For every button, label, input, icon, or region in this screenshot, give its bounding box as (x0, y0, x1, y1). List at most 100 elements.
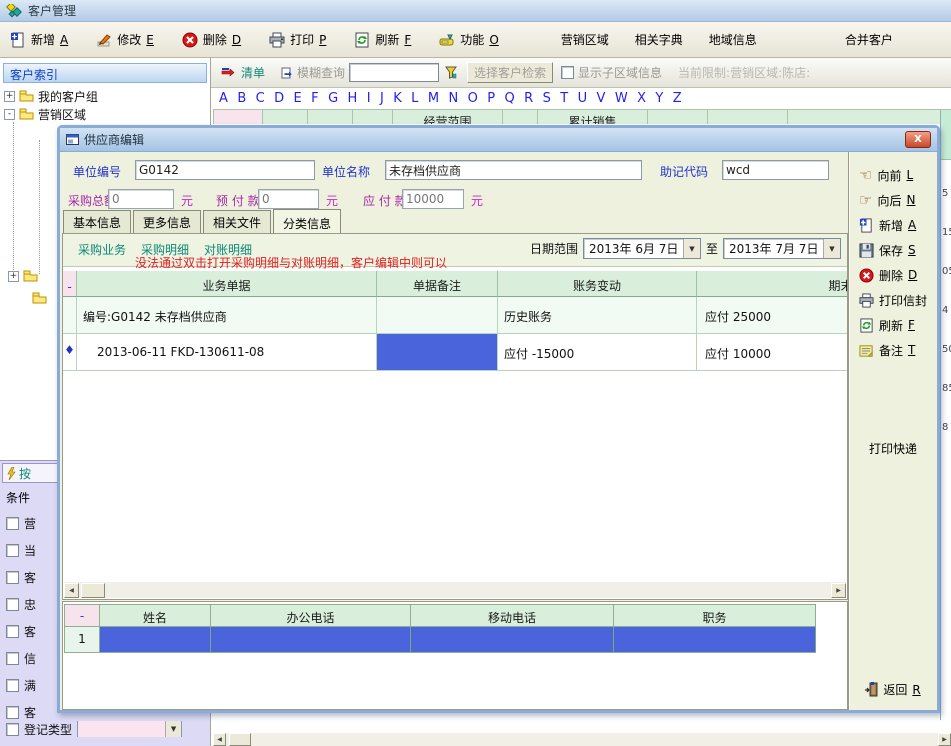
tree-item-marketing-region[interactable]: - 营销区域 (4, 105, 204, 123)
alpha-letter[interactable]: J (380, 91, 384, 106)
add-button[interactable]: 新增A (859, 215, 937, 235)
tab-basic-info[interactable]: 基本信息 (63, 210, 131, 234)
filter-funnel-icon[interactable] (445, 66, 457, 79)
alpha-letter[interactable]: S (543, 91, 551, 106)
panel-horizontal-scrollbar[interactable]: ◀ ▶ (64, 582, 846, 598)
alpha-letter[interactable]: L (411, 91, 418, 106)
checkbox[interactable] (6, 625, 19, 638)
scroll-left-icon[interactable]: ◀ (213, 733, 226, 746)
close-icon[interactable]: X (905, 131, 931, 148)
previous-button[interactable]: ☜ 向前L (859, 165, 937, 185)
tree-item-folder[interactable]: + (8, 267, 54, 285)
table-row[interactable]: ♦ 2013-06-11 FKD-130611-08 应付 -15000 应付 … (63, 334, 848, 371)
checkbox[interactable] (6, 652, 19, 665)
tab-related-files[interactable]: 相关文件 (203, 210, 271, 234)
checkbox[interactable] (6, 598, 19, 611)
checkbox[interactable] (6, 723, 19, 736)
purchase-business-link[interactable]: 采购业务 (78, 241, 126, 258)
checkbox[interactable] (6, 544, 19, 557)
table-row[interactable]: 1 (64, 627, 816, 653)
scroll-right-icon[interactable]: ▶ (831, 583, 846, 598)
alpha-letter[interactable]: Y (655, 91, 663, 106)
chevron-down-icon[interactable]: ▼ (683, 239, 700, 258)
unit-name-input[interactable] (385, 160, 642, 180)
date-from-picker[interactable]: 2013年 6月 7日 ▼ (583, 238, 701, 259)
selected-cell[interactable] (411, 627, 614, 653)
function-button[interactable]: 功能O (439, 31, 498, 48)
alpha-letter[interactable]: B (237, 91, 246, 106)
delete-button[interactable]: 删除D (182, 31, 241, 48)
checkbox[interactable] (6, 571, 19, 584)
print-button[interactable]: 打印P (269, 31, 326, 48)
show-subregion-checkbox[interactable] (561, 66, 574, 79)
filter-tab[interactable]: 按 (2, 463, 60, 483)
scrollbar-thumb[interactable] (229, 733, 251, 746)
alpha-letter[interactable]: Q (504, 91, 514, 106)
alpha-letter[interactable]: D (274, 91, 284, 106)
tab-more-info[interactable]: 更多信息 (133, 210, 201, 234)
alpha-letter[interactable]: T (560, 91, 568, 106)
scroll-left-icon[interactable]: ◀ (64, 583, 79, 598)
registration-type-combo[interactable]: ▼ (77, 721, 182, 737)
alpha-letter[interactable]: U (578, 91, 588, 106)
scroll-right-icon[interactable]: ▶ (938, 733, 951, 746)
selected-cell[interactable] (100, 627, 211, 653)
return-button[interactable]: 返回R (849, 681, 937, 698)
menu-merge-customer[interactable]: 合并客户 (845, 31, 893, 48)
expand-plus-icon[interactable]: + (4, 91, 15, 102)
alpha-letter[interactable]: C (256, 91, 265, 106)
edit-button[interactable]: 修改E (96, 31, 154, 48)
refresh-button[interactable]: 刷新F (354, 31, 411, 48)
select-customer-search-button[interactable]: 选择客户检索 (467, 62, 553, 83)
tab-classification-info[interactable]: 分类信息 (273, 209, 341, 235)
alpha-letter[interactable]: P (487, 91, 495, 106)
list-view-button[interactable]: 清单 (241, 64, 265, 81)
payable-input[interactable] (402, 189, 464, 209)
alpha-letter[interactable]: K (393, 91, 402, 106)
print-envelope-button[interactable]: 打印信封 (859, 290, 937, 310)
refresh-button[interactable]: 刷新F (859, 315, 937, 335)
purchase-total-input[interactable] (108, 189, 174, 209)
alpha-letter[interactable]: N (448, 91, 458, 106)
next-button[interactable]: ☞ 向后N (859, 190, 937, 210)
delete-button[interactable]: 删除D (859, 265, 937, 285)
expand-minus-icon[interactable]: - (4, 109, 15, 120)
tree-item-my-groups[interactable]: + 我的客户组 (4, 87, 204, 105)
selected-note-cell[interactable] (377, 334, 498, 371)
selected-cell[interactable] (211, 627, 411, 653)
menu-region-info[interactable]: 地域信息 (709, 31, 757, 48)
tree-item-folder[interactable] (32, 289, 56, 307)
checkbox[interactable] (6, 706, 19, 719)
table-row[interactable]: 编号:G0142 未存档供应商 历史账务 应付 25000 (63, 297, 848, 334)
mnemonic-input[interactable] (722, 160, 829, 180)
alpha-letter[interactable]: F (311, 91, 318, 106)
alpha-letter[interactable]: H (348, 91, 358, 106)
chevron-down-icon[interactable]: ▼ (165, 721, 181, 737)
search-input[interactable] (349, 63, 439, 82)
alpha-letter[interactable]: M (428, 91, 439, 106)
alpha-letter[interactable]: G (328, 91, 338, 106)
alpha-letter[interactable]: W (615, 91, 628, 106)
menu-marketing-region[interactable]: 营销区域 (561, 31, 609, 48)
checkbox[interactable] (6, 517, 19, 530)
alpha-letter[interactable]: R (524, 91, 533, 106)
alpha-letter[interactable]: O (468, 91, 478, 106)
alpha-letter[interactable]: Z (673, 91, 682, 106)
prepay-input[interactable] (258, 189, 319, 209)
scrollbar-thumb[interactable] (81, 583, 105, 598)
checkbox[interactable] (6, 679, 19, 692)
expand-plus-icon[interactable]: + (8, 271, 19, 282)
print-express-button[interactable]: 打印快递 (849, 440, 937, 457)
chevron-down-icon[interactable]: ▼ (823, 239, 840, 258)
main-horizontal-scrollbar[interactable]: ◀ ▶ (213, 733, 951, 746)
save-button[interactable]: 保存S (859, 240, 937, 260)
new-button[interactable]: 新增A (10, 31, 68, 48)
unit-code-input[interactable] (135, 160, 315, 180)
date-to-picker[interactable]: 2013年 7月 7日 ▼ (723, 238, 841, 259)
alpha-letter[interactable]: V (597, 91, 606, 106)
alpha-letter[interactable]: I (367, 91, 371, 106)
menu-related-dict[interactable]: 相关字典 (635, 31, 683, 48)
alpha-letter[interactable]: A (219, 91, 228, 106)
alpha-letter[interactable]: X (637, 91, 646, 106)
alpha-letter[interactable]: E (294, 91, 302, 106)
